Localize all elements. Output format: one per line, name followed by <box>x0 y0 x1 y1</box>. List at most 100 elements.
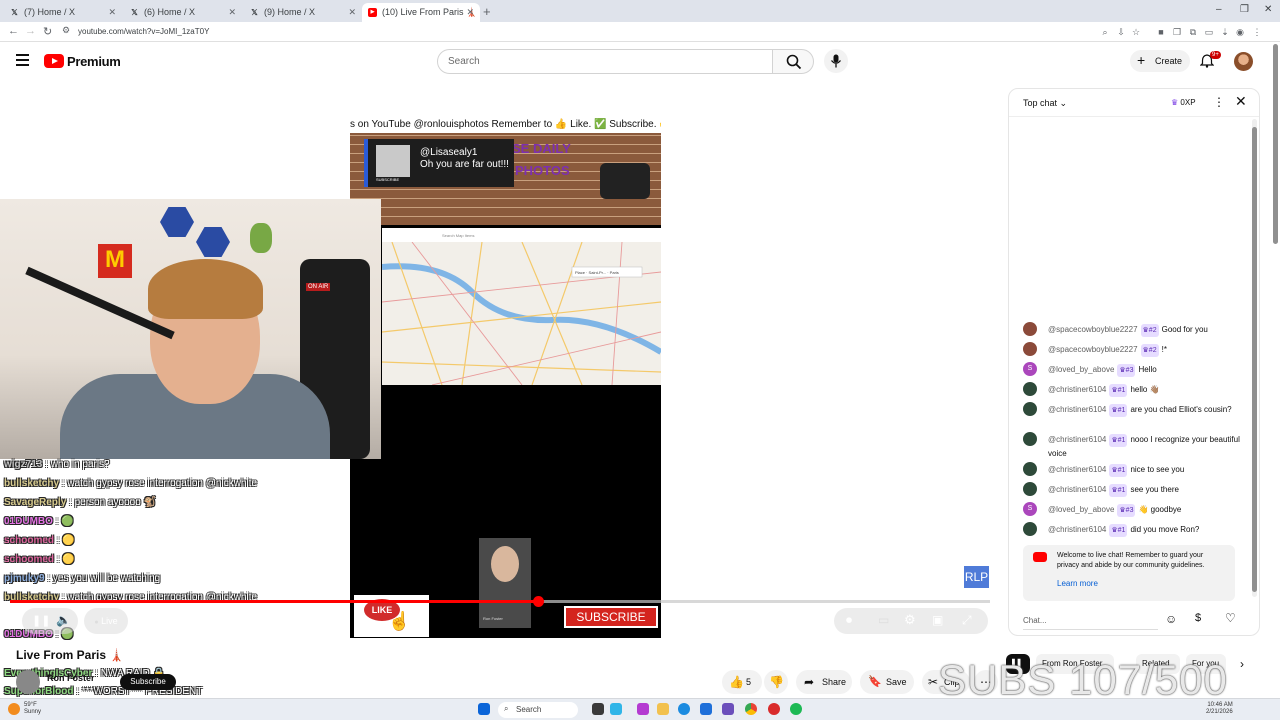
kebab-menu-icon[interactable]: ⋮ <box>1252 27 1262 37</box>
chat-avatar[interactable] <box>1023 522 1037 536</box>
bookmark-star-icon[interactable]: ☆ <box>1131 27 1141 37</box>
chat-author[interactable]: @spacecowboyblue2227 <box>1048 325 1138 334</box>
save-button[interactable]: 🔖 Save <box>860 670 914 694</box>
like-button[interactable]: 👍 5 <box>722 670 762 694</box>
browser-tab-youtube-live[interactable]: ▶ (10) Live From Paris 🗼 - Yo ✕ <box>362 3 480 22</box>
super-chat-icon[interactable]: $ <box>1195 612 1201 624</box>
close-icon[interactable]: ✕ <box>466 7 474 18</box>
chat-menu-icon[interactable]: ⋮ <box>1213 95 1225 109</box>
chat-avatar[interactable] <box>1023 342 1037 356</box>
xp-indicator[interactable]: ♛ 0XP <box>1171 98 1196 107</box>
widgets-icon[interactable] <box>610 703 622 715</box>
autoplay-toggle-icon[interactable]: ⏺ <box>846 613 852 628</box>
chrome-icon[interactable] <box>745 703 757 715</box>
chat-author[interactable]: @christiner6104 <box>1048 405 1106 414</box>
task-view-icon[interactable] <box>592 703 604 715</box>
chat-author[interactable]: @loved_by_above <box>1048 505 1114 514</box>
studio-lamp <box>600 163 650 199</box>
subtitles-icon[interactable]: ▭ <box>878 613 889 627</box>
taskbar-weather[interactable]: 59°F Sunny <box>24 702 41 716</box>
create-button[interactable]: + Create <box>1130 50 1190 72</box>
puzzle-icon[interactable]: ⧉ <box>1188 27 1198 37</box>
chat-author[interactable]: @christiner6104 <box>1048 525 1106 534</box>
chat-avatar[interactable]: S <box>1023 362 1037 376</box>
live-indicator[interactable]: ● Live <box>84 608 128 634</box>
chat-avatar[interactable]: S <box>1023 502 1037 516</box>
miniplayer-icon[interactable]: ▣ <box>932 613 943 627</box>
video-player[interactable]: s on YouTube @ronlouisphotos Remember to… <box>350 86 661 638</box>
close-icon[interactable]: ✕ <box>108 7 116 18</box>
chat-input[interactable]: Chat... <box>1023 612 1158 630</box>
file-explorer-icon[interactable] <box>657 703 669 715</box>
voice-search-button[interactable] <box>824 49 848 73</box>
close-icon[interactable]: ✕ <box>228 7 236 18</box>
close-icon[interactable]: ✕ <box>1235 93 1247 110</box>
subscribe-button[interactable]: Subscribe <box>120 674 176 690</box>
chat-avatar[interactable] <box>1023 482 1037 496</box>
new-tab-button[interactable]: + <box>483 4 491 19</box>
zoom-icon[interactable]: ⌕ <box>1100 27 1110 37</box>
volume-icon[interactable]: 🔈 <box>56 613 71 627</box>
extension-icon[interactable]: ■ <box>1156 27 1166 37</box>
search-input[interactable]: Search <box>437 49 773 74</box>
minimize-button[interactable]: – <box>1216 4 1222 15</box>
heart-icon[interactable]: ♡ <box>1225 611 1236 625</box>
search-button[interactable] <box>772 49 814 74</box>
dislike-button[interactable]: 👎 <box>764 670 788 694</box>
youtube-logo[interactable]: Premium <box>44 53 121 69</box>
emoji-icon[interactable]: ☺ <box>1165 612 1177 626</box>
copilot-icon[interactable] <box>637 703 649 715</box>
browser-tab-home-x-2[interactable]: 𝕏 (6) Home / X ✕ <box>124 3 242 22</box>
app-icon[interactable] <box>722 703 734 715</box>
account-avatar[interactable] <box>1234 52 1253 71</box>
spotify-icon[interactable] <box>790 703 802 715</box>
forward-arrow-icon[interactable]: → <box>25 25 36 37</box>
chat-author[interactable]: @spacecowboyblue2227 <box>1048 345 1138 354</box>
store-icon[interactable] <box>700 703 712 715</box>
chat-author[interactable]: @christiner6104 <box>1048 385 1106 394</box>
chat-avatar[interactable] <box>1023 322 1037 336</box>
share-button[interactable]: ➦ Share <box>796 670 852 694</box>
channel-name[interactable]: Ron Foster <box>47 673 95 683</box>
progress-scrubber[interactable] <box>533 596 544 607</box>
obs-icon[interactable] <box>768 703 780 715</box>
page-scrollbar[interactable] <box>1273 44 1278 244</box>
profile-icon[interactable]: ◉ <box>1235 27 1245 37</box>
fullscreen-icon[interactable]: ⤢ <box>962 613 972 628</box>
close-icon[interactable]: ✕ <box>348 7 356 18</box>
back-arrow-icon[interactable]: ← <box>8 25 19 37</box>
chat-author[interactable]: @christiner6104 <box>1048 465 1106 474</box>
windows-start-icon[interactable] <box>478 703 490 715</box>
weather-icon[interactable] <box>8 703 20 715</box>
reload-icon[interactable]: ↻ <box>43 25 52 38</box>
url-field[interactable]: youtube.com/watch?v=JoMI_1zaT0Y <box>78 27 209 36</box>
chevron-right-icon[interactable]: › <box>1240 657 1244 671</box>
settings-gear-icon[interactable]: ⚙ <box>904 612 916 628</box>
chat-avatar[interactable] <box>1023 462 1037 476</box>
chat-avatar[interactable] <box>1023 402 1037 416</box>
browser-tab-home-x-3[interactable]: 𝕏 (9) Home / X ✕ <box>244 3 362 22</box>
download-icon[interactable]: ⇣ <box>1220 27 1230 37</box>
edge-icon[interactable] <box>678 703 690 715</box>
chat-avatar[interactable] <box>1023 382 1037 396</box>
window-close-button[interactable]: ✕ <box>1264 4 1272 15</box>
browser-tab-home-x-1[interactable]: 𝕏 (7) Home / X ✕ <box>4 3 122 22</box>
copy-icon[interactable]: ❐ <box>1172 27 1182 37</box>
chat-author[interactable]: @christiner6104 <box>1048 435 1106 444</box>
chat-author[interactable]: @christiner6104 <box>1048 485 1106 494</box>
pause-icon[interactable]: ❚❚ <box>32 614 50 627</box>
taskbar-search[interactable]: ⌕ Search <box>498 702 578 718</box>
learn-more-link[interactable]: Learn more <box>1057 579 1227 589</box>
chat-mode-dropdown[interactable]: Top chat ⌄ <box>1023 98 1067 109</box>
install-icon[interactable]: ⇩ <box>1116 27 1126 37</box>
clock-date: 2/21/2026 <box>1206 709 1233 715</box>
chat-avatar[interactable] <box>1023 432 1037 446</box>
taskbar-clock[interactable]: 10:46 AM 2/21/2026 <box>1206 702 1233 716</box>
restore-button[interactable]: ❐ <box>1240 4 1249 15</box>
site-info-icon[interactable]: ⚙ <box>62 25 70 36</box>
chat-author[interactable]: @loved_by_above <box>1048 365 1114 374</box>
chat-scrollbar[interactable] <box>1252 127 1257 592</box>
hamburger-menu-icon[interactable] <box>16 54 29 66</box>
channel-avatar[interactable] <box>16 670 40 694</box>
sidebar-icon[interactable]: ▭ <box>1204 27 1214 37</box>
